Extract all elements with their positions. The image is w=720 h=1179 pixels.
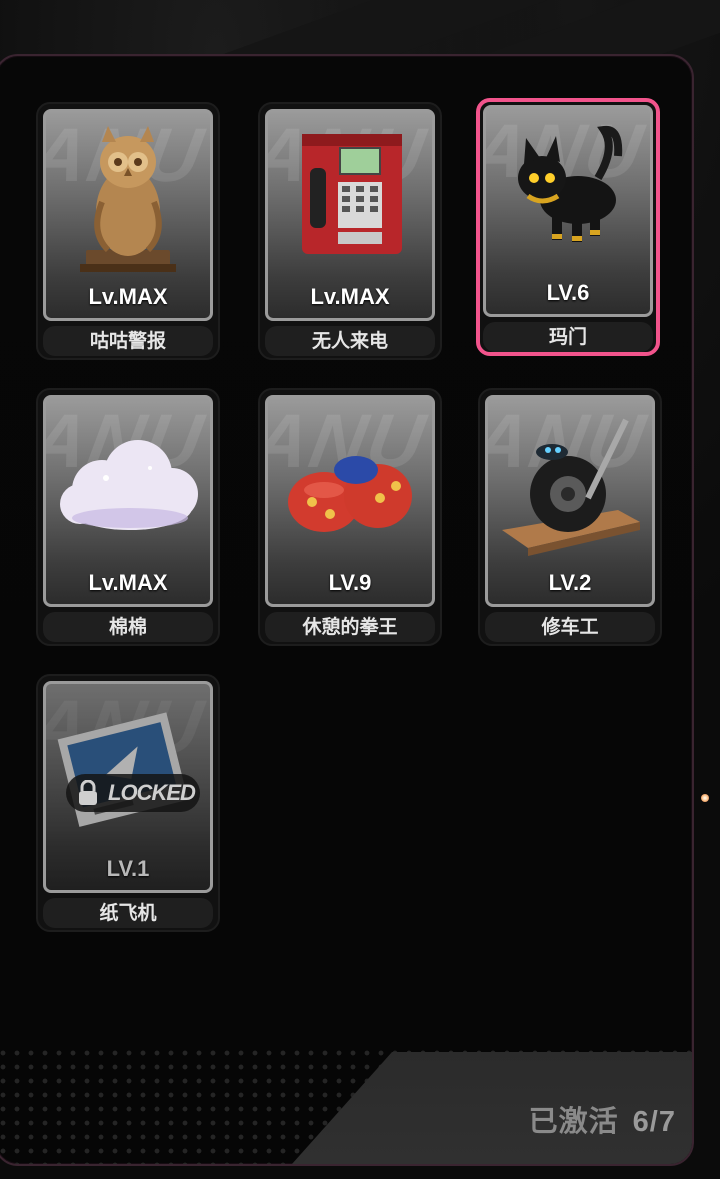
item-level: LV.9 <box>328 570 372 595</box>
item-card-owl[interactable]: ANU Lv.MAX 咕咕警报 <box>36 102 220 360</box>
item-name: 棉棉 <box>43 612 213 642</box>
locked-label: LOCKED <box>108 780 196 805</box>
item-card-paper-plane[interactable]: ANU LOCKED LV.1 纸飞机 <box>36 674 220 932</box>
item-card-black-cat[interactable]: ANU LV.6 玛门 <box>476 98 660 356</box>
item-level: LV.2 <box>548 570 592 595</box>
item-level: LV.6 <box>546 280 590 305</box>
locked-badge: LOCKED <box>66 774 200 812</box>
item-frame: ANU Lv.MAX <box>265 109 435 321</box>
item-level: LV.1 <box>106 856 150 881</box>
item-level: Lv.MAX <box>88 570 168 595</box>
item-name: 无人来电 <box>265 326 435 356</box>
item-frame: ANU Lv.MAX <box>43 109 213 321</box>
activated-status: 已激活 6/7 <box>529 1098 676 1140</box>
item-name: 咕咕警报 <box>43 326 213 356</box>
activated-label: 已激活 <box>528 1106 619 1138</box>
item-card-boxing-gloves[interactable]: ANU LV.9 休憩的拳王 <box>258 388 442 646</box>
item-level: Lv.MAX <box>310 284 390 309</box>
item-level: Lv.MAX <box>88 284 168 309</box>
item-card-tire-wrench[interactable]: ANU LV.2 修车工 <box>478 388 662 646</box>
item-card-payphone[interactable]: ANU Lv.MAX 无人来电 <box>258 102 442 360</box>
item-name: 玛门 <box>483 322 653 352</box>
item-name: 纸飞机 <box>43 898 213 928</box>
item-frame: ANU Lv.MAX <box>43 395 213 607</box>
lock-icon <box>79 780 97 805</box>
item-card-cloud[interactable]: ANU Lv.MAX 棉棉 <box>36 388 220 646</box>
item-name: 休憩的拳王 <box>265 612 435 642</box>
item-frame: ANU LV.6 <box>483 105 653 317</box>
item-frame: ANU LV.9 <box>265 395 435 607</box>
activated-count: 6/7 <box>632 1106 676 1138</box>
item-name: 修车工 <box>485 612 655 642</box>
glow-dot <box>701 794 709 802</box>
item-frame: ANU LV.2 <box>485 395 655 607</box>
item-frame: ANU LOCKED LV.1 <box>43 681 213 893</box>
